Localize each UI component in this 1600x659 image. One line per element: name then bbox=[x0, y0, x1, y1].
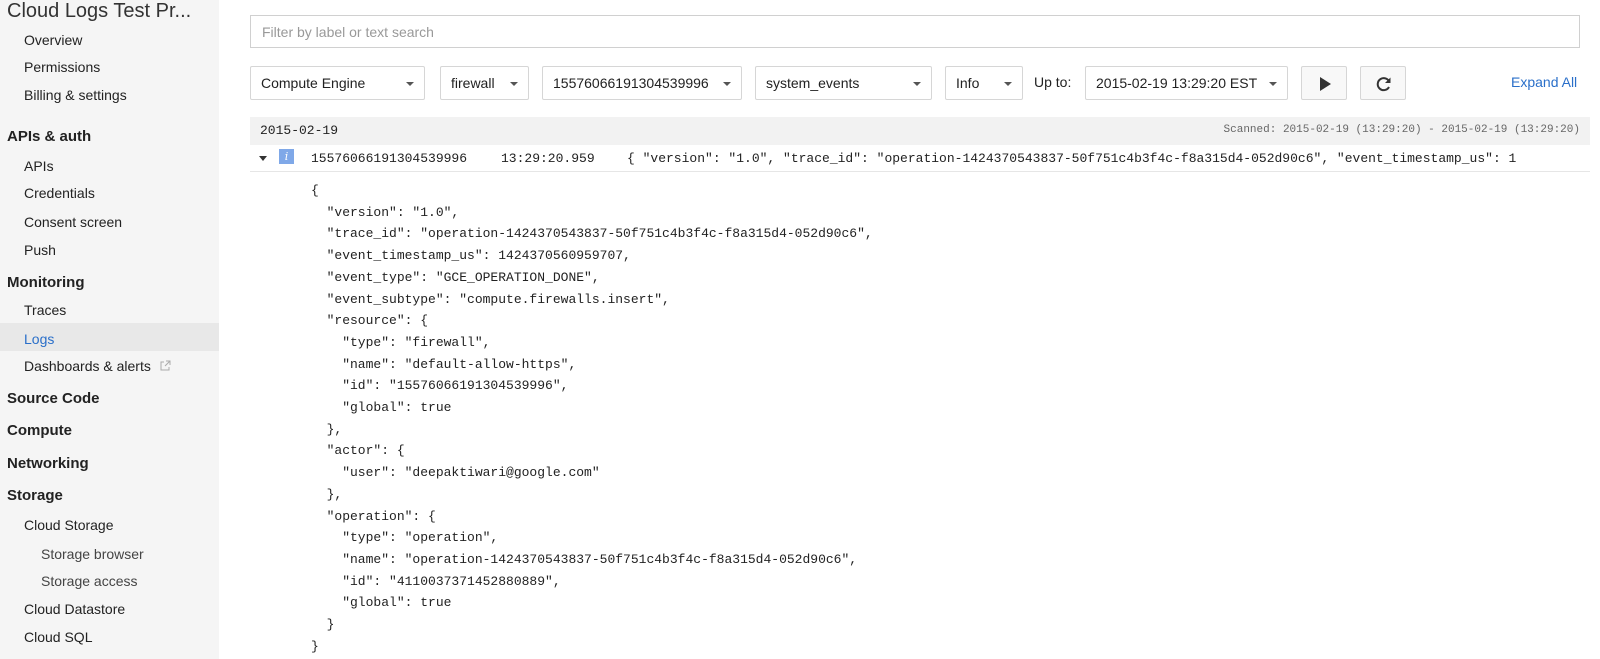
sidebar-item-label: Dashboards & alerts bbox=[24, 358, 151, 374]
payload-line: "operation": { bbox=[311, 508, 436, 524]
payload-line: "resource": { bbox=[311, 313, 429, 329]
sidebar-item-cloud-datastore[interactable]: Cloud Datastore bbox=[24, 600, 125, 618]
payload-line: }, bbox=[311, 421, 343, 437]
refresh-icon bbox=[1376, 77, 1391, 92]
payload-line: }, bbox=[311, 486, 343, 502]
log-date-header: 2015-02-19 Scanned: 2015-02-19 (13:29:20… bbox=[250, 117, 1590, 145]
sidebar-item-billing-settings[interactable]: Billing & settings bbox=[24, 86, 127, 104]
upto-datetime-value: 2015-02-19 13:29:20 EST bbox=[1096, 75, 1258, 91]
upto-datetime-dropdown[interactable]: 2015-02-19 13:29:20 EST bbox=[1085, 66, 1288, 100]
project-title[interactable]: Cloud Logs Test Pr... bbox=[7, 0, 191, 22]
log-date: 2015-02-19 bbox=[260, 123, 339, 138]
payload-line: "user": "deepaktiwari@google.com" bbox=[311, 465, 600, 481]
sidebar-section-source-code[interactable]: Source Code bbox=[7, 390, 100, 408]
payload-line: "id": "15576066191304539996", bbox=[311, 378, 569, 394]
sidebar: Cloud Logs Test Pr... Overview Permissio… bbox=[0, 0, 219, 659]
payload-line: "name": "operation-1424370543837-50f751c… bbox=[311, 551, 858, 567]
sidebar-section-compute[interactable]: Compute bbox=[7, 422, 72, 440]
payload-line: "actor": { bbox=[311, 443, 405, 459]
payload-line: "name": "default-allow-https", bbox=[311, 356, 577, 372]
payload-line: "type": "operation", bbox=[311, 530, 499, 546]
chevron-down-icon bbox=[406, 82, 414, 86]
sidebar-item-logs[interactable]: Logs bbox=[24, 330, 54, 348]
log-name-dropdown[interactable]: system_events bbox=[755, 66, 932, 100]
chevron-down-icon bbox=[1269, 82, 1277, 86]
sidebar-item-storage-browser[interactable]: Storage browser bbox=[41, 545, 144, 563]
service-dropdown-value: Compute Engine bbox=[261, 75, 366, 91]
sidebar-item-consent-screen[interactable]: Consent screen bbox=[24, 213, 122, 231]
sidebar-section-monitoring[interactable]: Monitoring bbox=[7, 274, 84, 292]
sidebar-item-apis[interactable]: APIs bbox=[24, 157, 54, 175]
payload-line: "id": "4110037371452880889", bbox=[311, 573, 561, 589]
payload-line: "type": "firewall", bbox=[311, 334, 491, 350]
log-entry-summary: { "version": "1.0", "trace_id": "operati… bbox=[627, 151, 1517, 166]
log-entry-payload: { "version": "1.0", "trace_id": "operati… bbox=[311, 180, 873, 657]
play-button[interactable] bbox=[1301, 66, 1347, 100]
row-divider bbox=[250, 171, 1590, 172]
sidebar-item-cloud-storage[interactable]: Cloud Storage bbox=[24, 516, 114, 534]
sidebar-item-credentials[interactable]: Credentials bbox=[24, 184, 95, 202]
resource-id-dropdown[interactable]: 15576066191304539996 bbox=[542, 66, 742, 100]
log-entry-id: 15576066191304539996 bbox=[311, 151, 468, 166]
level-dropdown[interactable]: Info bbox=[945, 66, 1023, 100]
sidebar-item-storage-access[interactable]: Storage access bbox=[41, 572, 138, 590]
sidebar-item-traces[interactable]: Traces bbox=[24, 301, 66, 319]
sidebar-item-overview[interactable]: Overview bbox=[24, 31, 82, 49]
resource-type-dropdown-value: firewall bbox=[451, 75, 495, 91]
payload-line: "global": true bbox=[311, 400, 452, 416]
expand-toggle-icon[interactable] bbox=[259, 156, 267, 161]
external-link-icon bbox=[160, 360, 171, 371]
resource-type-dropdown[interactable]: firewall bbox=[440, 66, 529, 100]
chevron-down-icon bbox=[723, 82, 731, 86]
sidebar-section-apis-auth[interactable]: APIs & auth bbox=[7, 128, 91, 146]
sidebar-section-networking[interactable]: Networking bbox=[7, 455, 89, 473]
payload-line: "trace_id": "operation-1424370543837-50f… bbox=[311, 226, 873, 242]
payload-line: } bbox=[311, 617, 335, 633]
sidebar-section-storage[interactable]: Storage bbox=[7, 487, 63, 505]
upto-label: Up to: bbox=[1034, 74, 1072, 90]
resource-id-dropdown-value: 15576066191304539996 bbox=[553, 75, 709, 91]
payload-line: { bbox=[311, 183, 319, 198]
sidebar-item-dashboards-alerts[interactable]: Dashboards & alerts bbox=[24, 357, 171, 375]
payload-line: "event_type": "GCE_OPERATION_DONE", bbox=[311, 269, 600, 285]
play-icon bbox=[1320, 77, 1331, 91]
service-dropdown[interactable]: Compute Engine bbox=[250, 66, 425, 100]
sidebar-item-push[interactable]: Push bbox=[24, 241, 56, 259]
sidebar-item-permissions[interactable]: Permissions bbox=[24, 58, 100, 76]
log-entry-time: 13:29:20.959 bbox=[501, 151, 595, 166]
refresh-button[interactable] bbox=[1360, 66, 1406, 100]
chevron-down-icon bbox=[510, 82, 518, 86]
sidebar-item-cloud-sql[interactable]: Cloud SQL bbox=[24, 628, 92, 646]
info-icon: i bbox=[279, 149, 294, 164]
payload-line: "event_subtype": "compute.firewalls.inse… bbox=[311, 291, 670, 307]
chevron-down-icon bbox=[1004, 82, 1012, 86]
payload-line: "global": true bbox=[311, 595, 452, 611]
payload-line: } bbox=[311, 638, 319, 654]
log-entry-row[interactable]: i 15576066191304539996 13:29:20.959 { "v… bbox=[250, 146, 1590, 172]
log-name-dropdown-value: system_events bbox=[766, 75, 860, 91]
scanned-range: Scanned: 2015-02-19 (13:29:20) - 2015-02… bbox=[1223, 124, 1580, 136]
payload-line: "version": "1.0", bbox=[311, 204, 460, 220]
level-dropdown-value: Info bbox=[956, 75, 980, 91]
chevron-down-icon bbox=[913, 82, 921, 86]
filter-search-input[interactable] bbox=[250, 15, 1580, 48]
payload-line: "event_timestamp_us": 1424370560959707, bbox=[311, 248, 631, 264]
expand-all-link[interactable]: Expand All bbox=[1511, 74, 1577, 90]
